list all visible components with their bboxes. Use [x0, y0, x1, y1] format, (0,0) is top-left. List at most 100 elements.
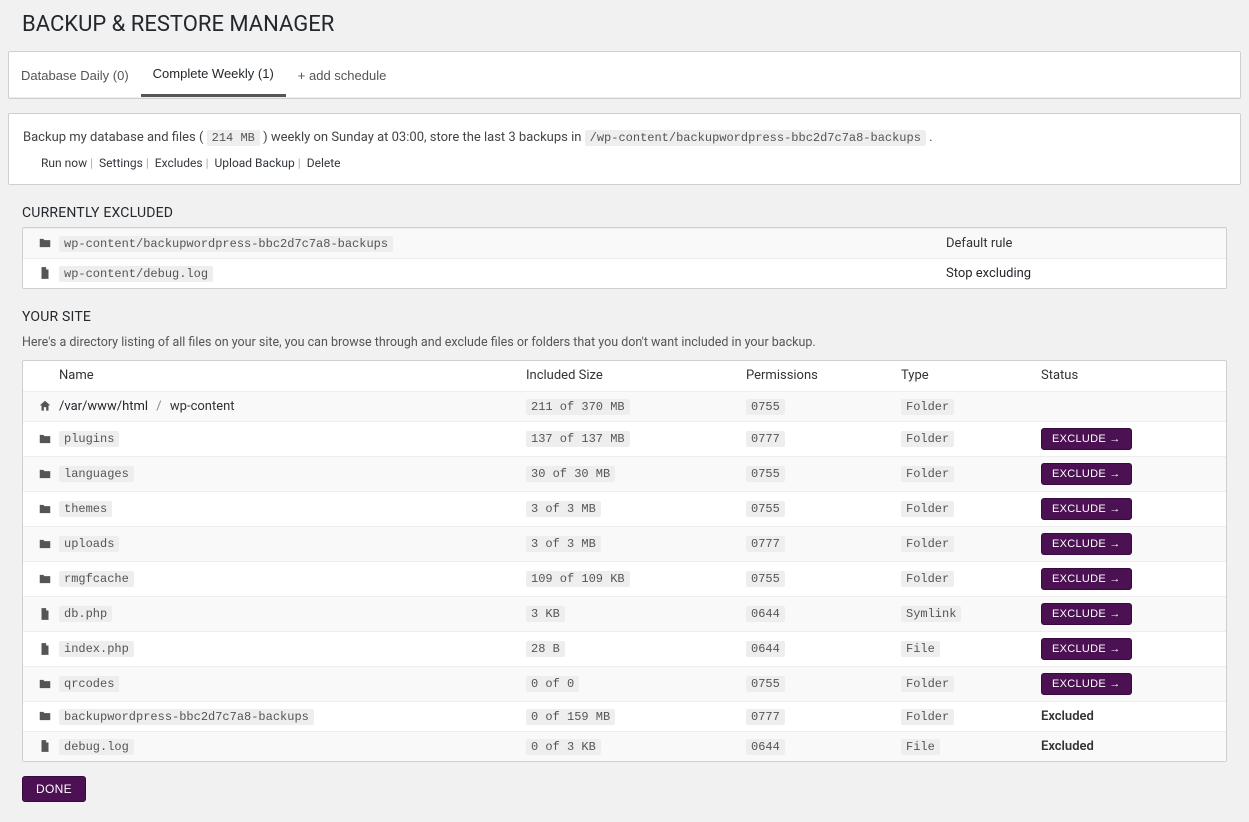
folder-icon: [33, 467, 57, 481]
breadcrumb-root[interactable]: /var/www/html: [59, 399, 148, 414]
schedule-description: Backup my database and files ( 214 MB ) …: [23, 128, 1226, 149]
tab-add-schedule[interactable]: + add schedule: [286, 54, 399, 96]
row-status: EXCLUDE →: [1041, 603, 1216, 625]
col-type-header: Type: [901, 368, 1041, 383]
schedule-prefix: Backup my database and files (: [23, 130, 207, 145]
folder-icon: [33, 677, 57, 691]
row-perm: 0644: [746, 606, 901, 621]
exclude-button[interactable]: EXCLUDE →: [1041, 568, 1132, 590]
row-size: 3 KB: [526, 606, 746, 621]
table-row: plugins 137 of 137 MB0777FolderEXCLUDE →: [23, 421, 1226, 456]
folder-icon: [33, 432, 57, 446]
exclude-button[interactable]: EXCLUDE →: [1041, 533, 1132, 555]
separator: |: [295, 156, 304, 170]
exclude-button[interactable]: EXCLUDE →: [1041, 673, 1132, 695]
tab-complete-weekly[interactable]: Complete Weekly (1): [141, 52, 286, 97]
folder-link[interactable]: themes: [59, 501, 112, 517]
row-perm: 0644: [746, 641, 901, 656]
row-size: 137 of 137 MB: [526, 431, 746, 446]
excluded-row: wp-content/backupwordpress-bbc2d7c7a8-ba…: [23, 228, 1226, 258]
currently-excluded-heading: CURRENTLY EXCLUDED: [8, 205, 1241, 221]
row-name: debug.log: [57, 739, 526, 754]
folder-link[interactable]: rmgfcache: [59, 571, 134, 587]
file-table: Name Included Size Permissions Type Stat…: [22, 360, 1227, 762]
upload-backup-link[interactable]: Upload Backup: [215, 156, 295, 170]
row-perm: 0755: [746, 571, 901, 586]
row-perm: 0777: [746, 431, 901, 446]
schedule-path: /wp-content/backupwordpress-bbc2d7c7a8-b…: [585, 130, 926, 146]
your-site-description: Here's a directory listing of all files …: [22, 335, 1241, 350]
row-size: 0 of 0: [526, 676, 746, 691]
folder-link[interactable]: languages: [59, 466, 134, 482]
file-icon: [33, 266, 57, 280]
row-type: File: [901, 739, 1041, 754]
separator: |: [87, 156, 96, 170]
table-row: uploads3 of 3 MB0777FolderEXCLUDE →: [23, 526, 1226, 561]
row-status: EXCLUDE →: [1041, 638, 1216, 660]
table-row: qrcodes0 of 00755FolderEXCLUDE →: [23, 666, 1226, 701]
table-row: themes3 of 3 MB0755FolderEXCLUDE →: [23, 491, 1226, 526]
table-row: db.php3 KB0644SymlinkEXCLUDE →: [23, 596, 1226, 631]
row-size: 3 of 3 MB: [526, 501, 746, 516]
row-type: Folder: [901, 709, 1041, 724]
row-status: EXCLUDE →: [1041, 428, 1216, 450]
schedule-suffix: .: [926, 130, 933, 145]
schedule-mid: ) weekly on Sunday at 03:00, store the l…: [260, 130, 585, 145]
your-site-heading: YOUR SITE: [8, 309, 1241, 325]
schedule-size: 214 MB: [207, 130, 260, 146]
row-name: plugins: [57, 431, 526, 446]
schedule-panel: Backup my database and files ( 214 MB ) …: [8, 113, 1241, 185]
exclude-button[interactable]: EXCLUDE →: [1041, 638, 1132, 660]
col-status-header: Status: [1041, 368, 1216, 383]
row-name: uploads: [57, 536, 526, 551]
delete-link[interactable]: Delete: [307, 156, 341, 170]
row-perm: 0755: [746, 676, 901, 691]
table-row: index.php28 B0644FileEXCLUDE →: [23, 631, 1226, 666]
col-size-header: Included Size: [526, 368, 746, 383]
stop-excluding-link[interactable]: Stop excluding: [946, 266, 1031, 281]
exclude-button[interactable]: EXCLUDE →: [1041, 603, 1132, 625]
file-name: index.php: [59, 641, 134, 657]
row-type: Folder: [901, 431, 1041, 446]
folder-link[interactable]: uploads: [59, 536, 119, 552]
row-status: Excluded: [1041, 709, 1216, 724]
excluded-row: wp-content/debug.logStop excluding: [23, 258, 1226, 288]
row-name: qrcodes: [57, 676, 526, 691]
table-row: rmgfcache109 of 109 KB0755FolderEXCLUDE …: [23, 561, 1226, 596]
breadcrumb-type: Folder: [901, 399, 1041, 414]
table-header-row: Name Included Size Permissions Type Stat…: [23, 361, 1226, 391]
exclude-button[interactable]: EXCLUDE →: [1041, 428, 1132, 450]
exclude-button[interactable]: EXCLUDE →: [1041, 463, 1132, 485]
row-size: 0 of 3 KB: [526, 739, 746, 754]
row-size: 28 B: [526, 641, 746, 656]
excluded-path: wp-content/backupwordpress-bbc2d7c7a8-ba…: [57, 236, 946, 251]
table-row: debug.log0 of 3 KB0644FileExcluded: [23, 731, 1226, 761]
excluded-rule: Stop excluding: [946, 266, 1216, 281]
row-type: Symlink: [901, 606, 1041, 621]
folder-icon: [33, 537, 57, 551]
settings-link[interactable]: Settings: [99, 156, 143, 170]
breadcrumb-size-value: 211 of 370 MB: [526, 399, 630, 415]
folder-icon: [33, 236, 57, 250]
schedule-actions: Run now| Settings| Excludes| Upload Back…: [23, 156, 1226, 170]
folder-link[interactable]: backupwordpress-bbc2d7c7a8-backups: [59, 709, 314, 725]
excludes-link[interactable]: Excludes: [155, 156, 203, 170]
folder-link[interactable]: plugins: [59, 431, 119, 447]
row-name: backupwordpress-bbc2d7c7a8-backups: [57, 709, 526, 724]
row-size: 0 of 159 MB: [526, 709, 746, 724]
rule-text: Default rule: [946, 236, 1012, 251]
done-button[interactable]: DONE: [22, 776, 86, 802]
folder-link[interactable]: qrcodes: [59, 676, 119, 692]
exclude-button[interactable]: EXCLUDE →: [1041, 498, 1132, 520]
table-row: languages30 of 30 MB0755FolderEXCLUDE →: [23, 456, 1226, 491]
tab-database-daily[interactable]: Database Daily (0): [9, 54, 141, 96]
breadcrumb: /var/www/html / wp-content: [57, 399, 526, 414]
row-status: EXCLUDE →: [1041, 463, 1216, 485]
row-size: 3 of 3 MB: [526, 536, 746, 551]
col-name-header: Name: [57, 368, 526, 383]
file-name: debug.log: [59, 739, 134, 755]
row-type: Folder: [901, 571, 1041, 586]
separator: |: [143, 156, 152, 170]
tabs-container: Database Daily (0) Complete Weekly (1) +…: [8, 51, 1241, 99]
run-now-link[interactable]: Run now: [41, 156, 87, 170]
